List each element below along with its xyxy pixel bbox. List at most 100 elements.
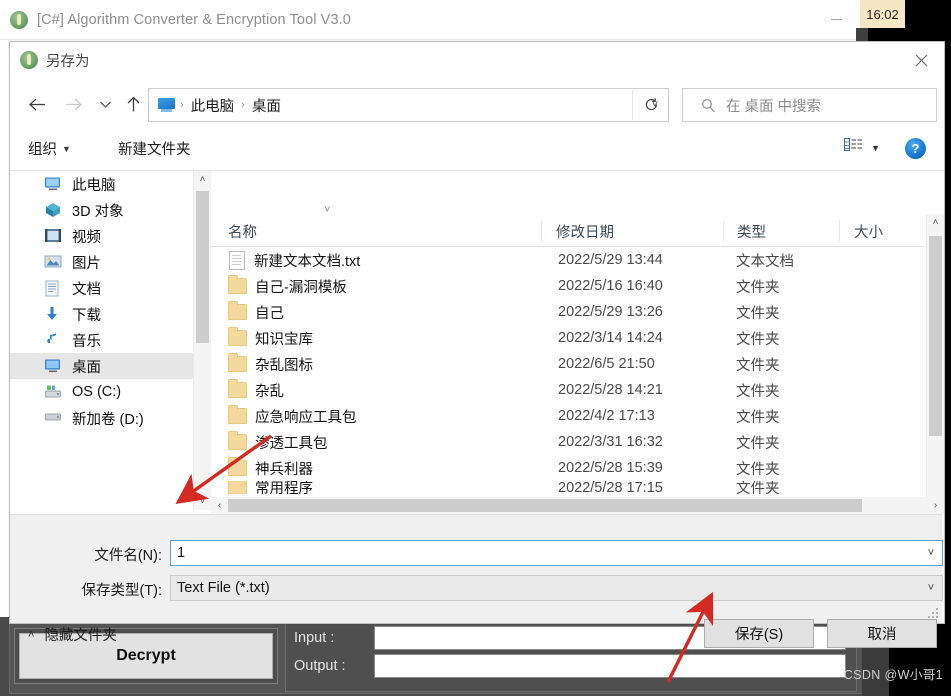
- navigation-tree: 此电脑 3D 对象 视频 图片 文档 下载 音乐 桌面 OS (C:) 新加卷 …: [10, 171, 193, 510]
- file-name-cell: 渗透工具包: [211, 431, 558, 453]
- this-pc-icon: [158, 98, 175, 112]
- column-header-name[interactable]: 名称: [228, 221, 257, 242]
- filename-label: 文件名(N):: [94, 548, 162, 564]
- table-row[interactable]: 渗透工具包 2022/3/31 16:32 文件夹: [211, 429, 944, 455]
- table-row[interactable]: 自己 2022/5/29 13:26 文件夹: [211, 299, 944, 325]
- tree-item-downloads[interactable]: 下载: [10, 301, 193, 327]
- file-name-cell: 新建文本文档.txt: [211, 250, 558, 271]
- tree-scroll-thumb[interactable]: [196, 191, 209, 343]
- folder-icon: [228, 457, 247, 476]
- minimize-icon[interactable]: [813, 0, 859, 39]
- table-row[interactable]: 常用程序 2022/5/28 17:15 文件夹: [211, 481, 944, 494]
- file-list-scroll-thumb[interactable]: [929, 236, 942, 436]
- table-row[interactable]: 新建文本文档.txt 2022/5/29 13:44 文本文档: [211, 247, 944, 273]
- 3d-objects-icon: [44, 202, 64, 219]
- input-label: Input :: [294, 630, 335, 646]
- column-header-type[interactable]: 类型: [737, 221, 766, 242]
- file-list-hscroll-thumb[interactable]: [228, 499, 862, 512]
- file-list-scroll-left-icon[interactable]: ‹: [211, 497, 228, 514]
- tree-item-documents[interactable]: 文档: [10, 275, 193, 301]
- table-row[interactable]: 应急响应工具包 2022/4/2 17:13 文件夹: [211, 403, 944, 429]
- recent-locations-icon[interactable]: [90, 88, 120, 120]
- table-row[interactable]: 知识宝库 2022/3/14 14:24 文件夹: [211, 325, 944, 351]
- file-list-rows: 新建文本文档.txt 2022/5/29 13:44 文本文档 自己-漏洞模板 …: [211, 247, 944, 494]
- file-name: 杂乱: [255, 383, 284, 400]
- view-options-button[interactable]: ▼: [844, 137, 880, 158]
- taskbar-clock[interactable]: 16:02: [860, 0, 905, 28]
- tree-scroll-up-icon[interactable]: ˄: [194, 171, 211, 188]
- tree-scroll-down-icon[interactable]: ˅: [194, 493, 211, 510]
- tree-item-this-pc[interactable]: 此电脑: [10, 171, 193, 197]
- file-type: 文本文档: [736, 253, 794, 270]
- tree-item-new-volume-d[interactable]: 新加卷 (D:): [10, 405, 193, 431]
- hide-folders-label: 隐藏文件夹: [44, 628, 117, 644]
- breadcrumb-this-pc[interactable]: 此电脑: [187, 95, 239, 116]
- breadcrumb-desktop[interactable]: 桌面: [248, 95, 285, 116]
- back-icon[interactable]: [22, 88, 52, 120]
- screen: [C#] Algorithm Converter & Encryption To…: [0, 0, 951, 696]
- search-box[interactable]: 在 桌面 中搜索: [682, 88, 937, 122]
- file-name-cell: 应急响应工具包: [211, 405, 558, 427]
- save-button[interactable]: 保存(S): [704, 619, 814, 648]
- file-list: ˅ 名称 修改日期 类型 大小 新建文本文档.txt 2022/5/29 13:…: [211, 171, 944, 510]
- dialog-close-icon[interactable]: [898, 42, 944, 78]
- filetype-dropdown-icon[interactable]: ˅: [920, 582, 942, 594]
- column-header-date[interactable]: 修改日期: [556, 221, 614, 242]
- drive-icon: [44, 384, 64, 401]
- tree-scrollbar[interactable]: ˄ ˅: [193, 171, 211, 510]
- file-list-vertical-scrollbar[interactable]: ˄ ˅: [926, 214, 944, 510]
- up-icon[interactable]: [118, 88, 148, 120]
- tree-item-3d-objects[interactable]: 3D 对象: [10, 197, 193, 223]
- filetype-select[interactable]: Text File (*.txt) ˅: [170, 575, 943, 601]
- file-date: 2022/5/28 14:21: [558, 382, 663, 398]
- address-bar[interactable]: › 此电脑 › 桌面 ˅: [148, 88, 669, 122]
- tree-item-os-c[interactable]: OS (C:): [10, 379, 193, 405]
- file-name-cell: 知识宝库: [211, 327, 558, 349]
- table-row[interactable]: 杂乱图标 2022/6/5 21:50 文件夹: [211, 351, 944, 377]
- output-label: Output :: [294, 658, 346, 674]
- new-folder-button[interactable]: 新建文件夹: [118, 138, 191, 159]
- refresh-icon[interactable]: [632, 88, 669, 120]
- organize-button[interactable]: 组织 ▼: [28, 138, 71, 159]
- table-row[interactable]: 神兵利器 2022/5/28 15:39 文件夹: [211, 455, 944, 481]
- sort-indicator-icon: ˅: [324, 204, 331, 216]
- tree-item-desktop[interactable]: 桌面: [10, 353, 193, 379]
- file-name-cell: 自己: [211, 301, 558, 323]
- file-name-cell: 常用程序: [211, 481, 558, 494]
- column-header-size[interactable]: 大小: [854, 221, 883, 242]
- breadcrumb-separator-1: ›: [180, 99, 184, 111]
- organize-label: 组织: [28, 142, 57, 158]
- dialog-title: 另存为: [46, 53, 90, 70]
- tree-item-pictures[interactable]: 图片: [10, 249, 193, 275]
- taskbar-black-area: [905, 0, 951, 28]
- tree-item-music[interactable]: 音乐: [10, 327, 193, 353]
- file-name-cell: 杂乱图标: [211, 353, 558, 375]
- resize-grip[interactable]: [928, 608, 940, 620]
- file-type: 文件夹: [736, 357, 780, 374]
- file-name: 自己: [255, 305, 284, 322]
- cancel-button[interactable]: 取消: [827, 619, 937, 648]
- file-date: 2022/4/2 17:13: [558, 408, 655, 424]
- forward-icon: [58, 88, 88, 120]
- organize-caret-icon: ▼: [62, 144, 71, 154]
- help-icon[interactable]: ?: [905, 138, 926, 159]
- filename-dropdown-icon[interactable]: ˅: [920, 547, 942, 559]
- chevron-up-icon: ˄: [28, 628, 35, 641]
- file-type: 文件夹: [736, 435, 780, 452]
- folder-icon: [228, 301, 247, 320]
- computer-icon: [44, 176, 64, 193]
- file-name: 应急响应工具包: [255, 409, 357, 426]
- tree-item-videos[interactable]: 视频: [10, 223, 193, 249]
- file-name-cell: 杂乱: [211, 379, 558, 401]
- file-list-scroll-right-icon[interactable]: ›: [927, 497, 944, 514]
- file-list-scroll-up-icon[interactable]: ˄: [927, 214, 944, 231]
- filename-input[interactable]: 1 ˅: [170, 540, 943, 566]
- table-row[interactable]: 自己-漏洞模板 2022/5/16 16:40 文件夹: [211, 273, 944, 299]
- file-date: 2022/5/16 16:40: [558, 278, 663, 294]
- hide-folders-toggle[interactable]: ˄ 隐藏文件夹: [28, 624, 117, 645]
- table-row[interactable]: 杂乱 2022/5/28 14:21 文件夹: [211, 377, 944, 403]
- file-list-horizontal-scrollbar[interactable]: ‹ ›: [211, 497, 944, 514]
- drive-icon: [44, 410, 64, 427]
- output-field[interactable]: [374, 654, 846, 678]
- file-date: 2022/3/14 14:24: [558, 330, 663, 346]
